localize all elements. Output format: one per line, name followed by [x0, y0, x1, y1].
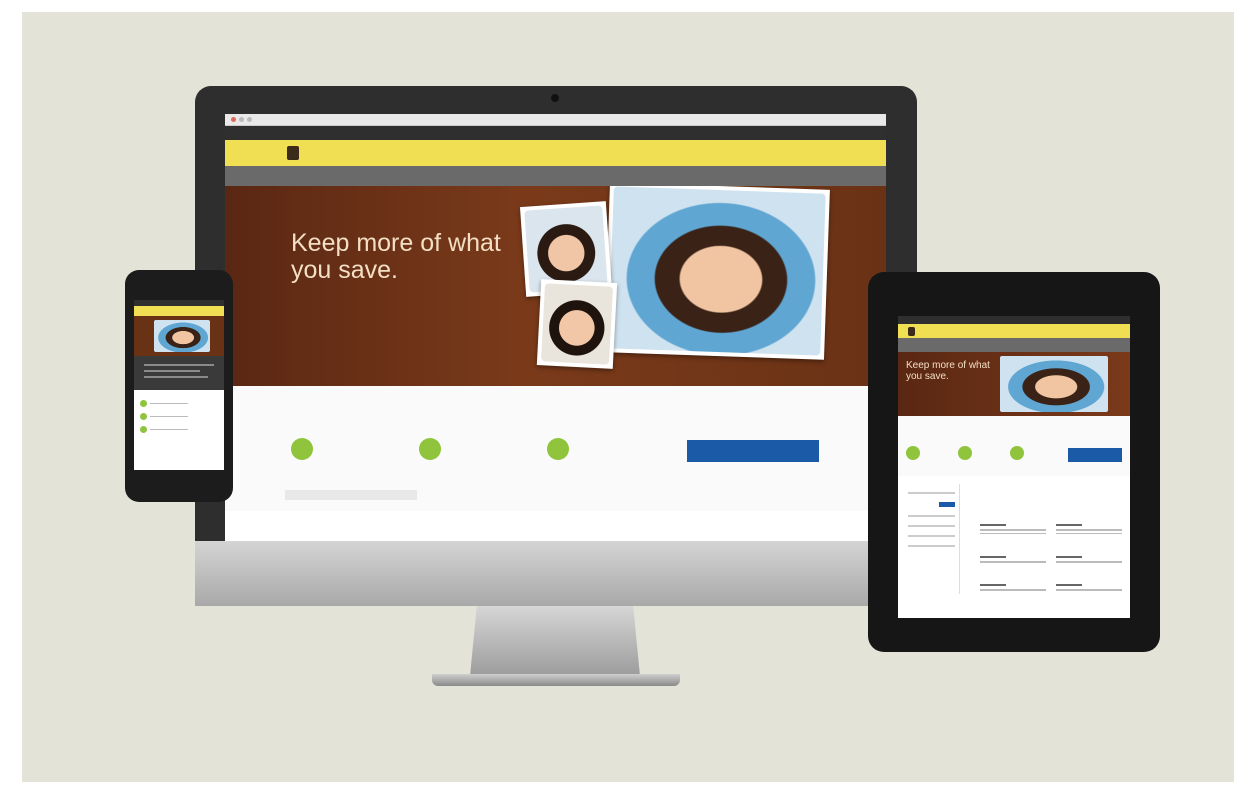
sidebar-button[interactable]	[939, 502, 955, 507]
mobile-hero	[134, 316, 224, 356]
nav-item[interactable]	[721, 166, 886, 186]
tablet-brand-header	[898, 324, 1130, 338]
mobile-step-item[interactable]	[140, 400, 218, 407]
monitor-stand	[470, 606, 640, 676]
resource-item[interactable]	[1056, 524, 1122, 534]
step-number-icon	[140, 400, 147, 407]
mobile-screen	[134, 300, 224, 470]
text-line	[908, 492, 955, 494]
resource-item[interactable]	[980, 556, 1046, 563]
text-line	[980, 556, 1006, 558]
tablet-screen: Keep more of what you save.	[898, 316, 1130, 618]
resource-item[interactable]	[980, 524, 1046, 534]
step-number-icon	[291, 438, 313, 460]
child-photo	[608, 186, 826, 356]
resource-item[interactable]	[980, 584, 1046, 591]
step-number-icon	[140, 426, 147, 433]
tablet-utility-bar	[898, 316, 1130, 324]
text-line	[150, 415, 188, 418]
text-line	[1056, 556, 1082, 558]
text-line	[1056, 589, 1122, 591]
text-line	[908, 545, 955, 547]
text-line	[980, 532, 1046, 534]
child-photo	[541, 283, 613, 365]
text-line	[1056, 524, 1082, 526]
text-line	[908, 525, 955, 527]
step-number-icon[interactable]	[906, 446, 920, 460]
step-item[interactable]	[419, 438, 517, 460]
step-number-icon	[140, 413, 147, 420]
step-number-icon[interactable]	[958, 446, 972, 460]
mobile-phone	[125, 270, 233, 502]
child-photo	[1000, 356, 1108, 412]
tablet-nav	[898, 338, 1130, 352]
step-number-icon	[547, 438, 569, 460]
text-line	[980, 561, 1046, 563]
site-logo[interactable]	[287, 146, 301, 160]
text-line	[150, 402, 188, 405]
child-photo	[154, 320, 210, 352]
text-line	[144, 370, 200, 372]
text-line	[144, 376, 208, 378]
text-line	[150, 428, 188, 431]
text-line	[908, 535, 955, 537]
camera-icon	[551, 94, 559, 102]
browser-bar	[225, 114, 886, 126]
tablet-sidebar	[904, 484, 960, 594]
mobile-hero-text	[134, 356, 224, 390]
mobile-brand-header	[134, 306, 224, 316]
main-nav	[225, 166, 886, 186]
login-input[interactable]	[285, 490, 417, 500]
hero-photo-bottom	[536, 279, 618, 369]
monitor-base	[432, 674, 680, 686]
nav-item[interactable]	[225, 166, 390, 186]
desktop-monitor: Keep more of what you save.	[195, 86, 917, 606]
desktop-screen: Keep more of what you save.	[225, 114, 886, 541]
step-item[interactable]	[547, 438, 645, 460]
text-line	[980, 584, 1006, 586]
maximize-window-icon[interactable]	[247, 117, 252, 122]
mobile-steps	[134, 390, 224, 437]
text-line	[1056, 529, 1122, 531]
text-line	[1056, 532, 1122, 534]
logo-icon	[287, 146, 299, 160]
step-number-icon[interactable]	[1010, 446, 1024, 460]
hero-photo-large	[604, 186, 830, 360]
tablet-device: Keep more of what you save.	[868, 272, 1160, 652]
logo-icon	[908, 326, 915, 336]
tablet-hero: Keep more of what you save.	[898, 352, 1130, 416]
utility-nav	[225, 126, 886, 140]
close-window-icon[interactable]	[231, 117, 236, 122]
mobile-step-item[interactable]	[140, 426, 218, 433]
text-line	[980, 589, 1046, 591]
text-line	[1056, 561, 1122, 563]
brand-header	[225, 140, 886, 166]
text-line	[144, 364, 214, 366]
text-line	[980, 529, 1046, 531]
mobile-step-item[interactable]	[140, 413, 218, 420]
resource-item[interactable]	[1056, 584, 1122, 591]
step-item[interactable]	[291, 438, 389, 460]
hero-banner: Keep more of what you save.	[225, 186, 886, 386]
tablet-hero-headline: Keep more of what you save.	[906, 360, 990, 382]
cta-button[interactable]	[687, 440, 819, 462]
nav-item[interactable]	[390, 166, 555, 186]
text-line	[1056, 584, 1082, 586]
minimize-window-icon[interactable]	[239, 117, 244, 122]
hero-headline: Keep more of what you save.	[291, 229, 501, 284]
nav-item[interactable]	[556, 166, 721, 186]
tablet-steps	[898, 416, 1130, 476]
text-line	[908, 515, 955, 517]
tablet-cta-button[interactable]	[1068, 448, 1122, 462]
resource-item[interactable]	[1056, 556, 1122, 563]
steps-section	[225, 386, 886, 511]
text-line	[980, 524, 1006, 526]
monitor-chin	[195, 541, 917, 606]
step-number-icon	[419, 438, 441, 460]
